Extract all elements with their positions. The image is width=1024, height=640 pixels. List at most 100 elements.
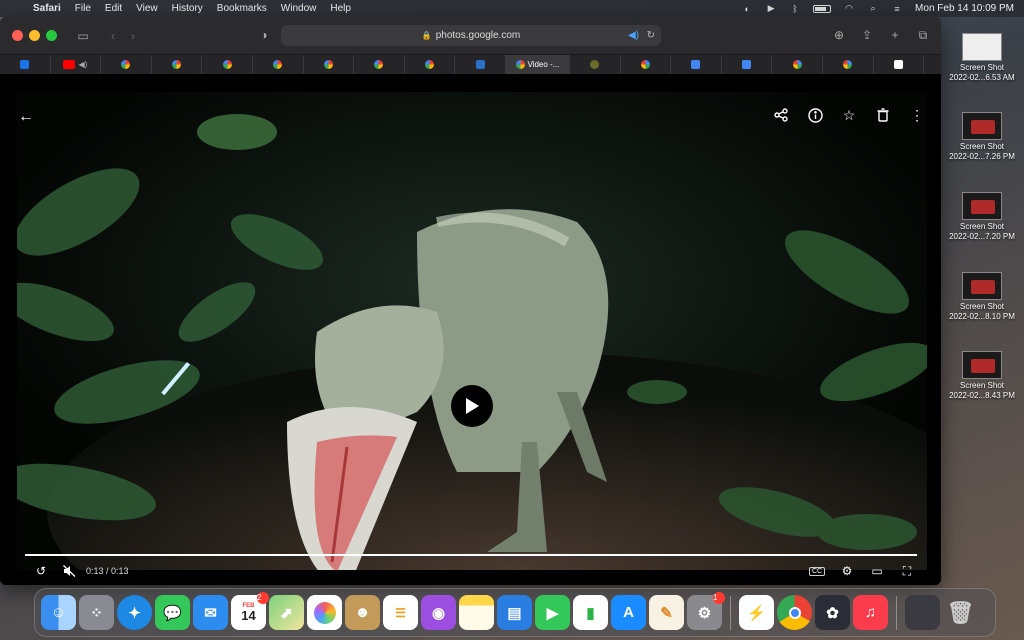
media-play-icon[interactable]: ▶ [765,3,777,14]
replay-icon[interactable]: ↺ [30,562,52,580]
keynote-icon[interactable]: ▤ [497,595,532,630]
tab-google-3[interactable] [823,55,874,74]
captions-button[interactable]: CC [806,562,828,580]
cast-icon[interactable]: ▭ [866,562,888,580]
messenger-icon[interactable]: ⚡ [739,595,774,630]
calendar-app-icon[interactable]: FEB 14 2 [231,592,269,630]
tab-word[interactable] [455,55,506,74]
tab-google-1[interactable] [621,55,672,74]
tab-photos-5[interactable] [304,55,355,74]
menu-edit[interactable]: Edit [98,3,129,14]
forward-icon[interactable]: › [123,26,143,46]
tab-loading[interactable] [570,55,621,74]
facetime-icon[interactable]: ▶ [535,595,570,630]
desktop-file-3[interactable]: Screen Shot 2022-02...7.20 PM [944,192,1020,242]
menu-file[interactable]: File [68,3,98,14]
sidebar-toggle-icon[interactable]: ▭ [73,26,93,46]
trash-icon[interactable]: 🗑 [943,595,978,630]
tab-docs-2[interactable] [722,55,773,74]
speaker-icon[interactable]: ◀) [78,60,87,69]
menu-history[interactable]: History [165,3,210,14]
file-subname: 2022-02...7.20 PM [949,232,1015,241]
tab-photos-6[interactable] [354,55,405,74]
messages-icon[interactable]: 💬 [155,595,190,630]
address-bar[interactable]: 🔒 photos.google.com ◀) ↻ [281,25,661,46]
photos-icon [425,60,435,69]
muted-icon[interactable] [58,562,80,580]
menu-bookmarks[interactable]: Bookmarks [210,3,274,14]
desktop-file-1[interactable]: Screen Shot 2022-02...6.53 AM [944,33,1020,83]
fullscreen-icon[interactable]: ⛶ [896,562,918,580]
notes-icon[interactable] [459,595,494,630]
menu-window[interactable]: Window [274,3,324,14]
dock: ☺ ⁘ ✦ 💬 ✉ FEB 14 2 ⬈ ☻ ☰ ◉ ▤ ▶ ▮ A ✎ ⚙ 1… [34,588,996,637]
close-button[interactable] [12,30,23,41]
tab-video-active[interactable]: Video -... [505,55,570,74]
desktop-file-4[interactable]: Screen Shot 2022-02...8.10 PM [944,272,1020,322]
tab-docs-1[interactable] [671,55,722,74]
finder-icon[interactable]: ☺ [41,595,76,630]
play-button[interactable] [451,385,493,427]
url-text: photos.google.com [435,30,521,41]
star-icon[interactable]: ☆ [839,105,859,125]
back-icon[interactable]: ‹ [103,26,123,46]
settings-gear-icon[interactable]: ⚙ [836,562,858,580]
control-center-icon[interactable]: ≡ [891,4,903,14]
battery-icon[interactable] [813,4,832,13]
search-icon[interactable]: ⌕ [867,3,879,14]
more-options-icon[interactable]: ⋮ [907,105,927,125]
file-name: Screen Shot [959,63,1005,72]
photos-icon [273,60,283,69]
safari-icon[interactable]: ✦ [117,595,152,630]
desktop-file-5[interactable]: Screen Shot 2022-02...8.43 PM [944,351,1020,401]
downloads-stack-icon[interactable] [905,595,940,630]
menu-help[interactable]: Help [323,3,358,14]
system-preferences-icon[interactable]: ⚙ 1 [687,592,725,630]
numbers-icon[interactable]: ▮ [573,595,608,630]
tab-youtube[interactable]: ◀) [51,55,102,74]
podcasts-icon[interactable]: ◉ [421,595,456,630]
reload-icon[interactable]: ↻ [647,30,655,41]
mail-icon[interactable]: ✉ [193,595,228,630]
tab-photos-7[interactable] [405,55,456,74]
davinci-resolve-icon[interactable]: ✿ [815,595,850,630]
chrome-icon[interactable] [777,595,812,630]
file-subname: 2022-02...8.10 PM [949,312,1015,321]
video-player[interactable]: ← ☆ ⋮ [0,74,941,585]
reminders-icon[interactable]: ☰ [383,595,418,630]
zoom-button[interactable] [46,30,57,41]
video-progress-bar[interactable] [25,554,917,556]
app-store-icon[interactable]: A [611,595,646,630]
new-tab-icon[interactable]: + [885,25,905,45]
share-icon[interactable] [771,105,791,125]
launchpad-icon[interactable]: ⁘ [79,595,114,630]
menu-view[interactable]: View [129,3,165,14]
contacts-icon[interactable]: ☻ [345,595,380,630]
privacy-shield-icon[interactable]: ◑ [254,25,274,45]
downloads-icon[interactable]: ⊕ [829,25,849,45]
desktop-file-2[interactable]: Screen Shot 2022-02...7.26 PM [944,112,1020,162]
maps-icon[interactable]: ⬈ [269,595,304,630]
status-app-icon[interactable]: ◐ [741,4,753,14]
bluetooth-icon[interactable]: ᛒ [789,4,801,14]
music-icon[interactable]: ♫ [853,595,888,630]
photos-app-icon[interactable] [307,595,342,630]
tab-wikipedia[interactable] [874,55,925,74]
tab-photos-3[interactable] [202,55,253,74]
tab-overview-icon[interactable]: ⧉ [913,25,933,45]
info-icon[interactable] [805,105,825,125]
tab-photos-1[interactable] [101,55,152,74]
tab-calendar[interactable] [0,55,51,74]
tab-photos-4[interactable] [253,55,304,74]
audio-playing-icon[interactable]: ◀) [628,30,639,41]
pages-icon[interactable]: ✎ [649,595,684,630]
wifi-icon[interactable]: ◠ [843,3,855,14]
tab-google-2[interactable] [772,55,823,74]
share-icon[interactable]: ⇪ [857,25,877,45]
menu-app-name[interactable]: Safari [26,3,68,14]
trash-icon[interactable] [873,105,893,125]
minimize-button[interactable] [29,30,40,41]
tab-photos-2[interactable] [152,55,203,74]
back-arrow-icon[interactable]: ← [18,108,34,126]
clock[interactable]: Mon Feb 14 10:09 PM [915,3,1014,14]
